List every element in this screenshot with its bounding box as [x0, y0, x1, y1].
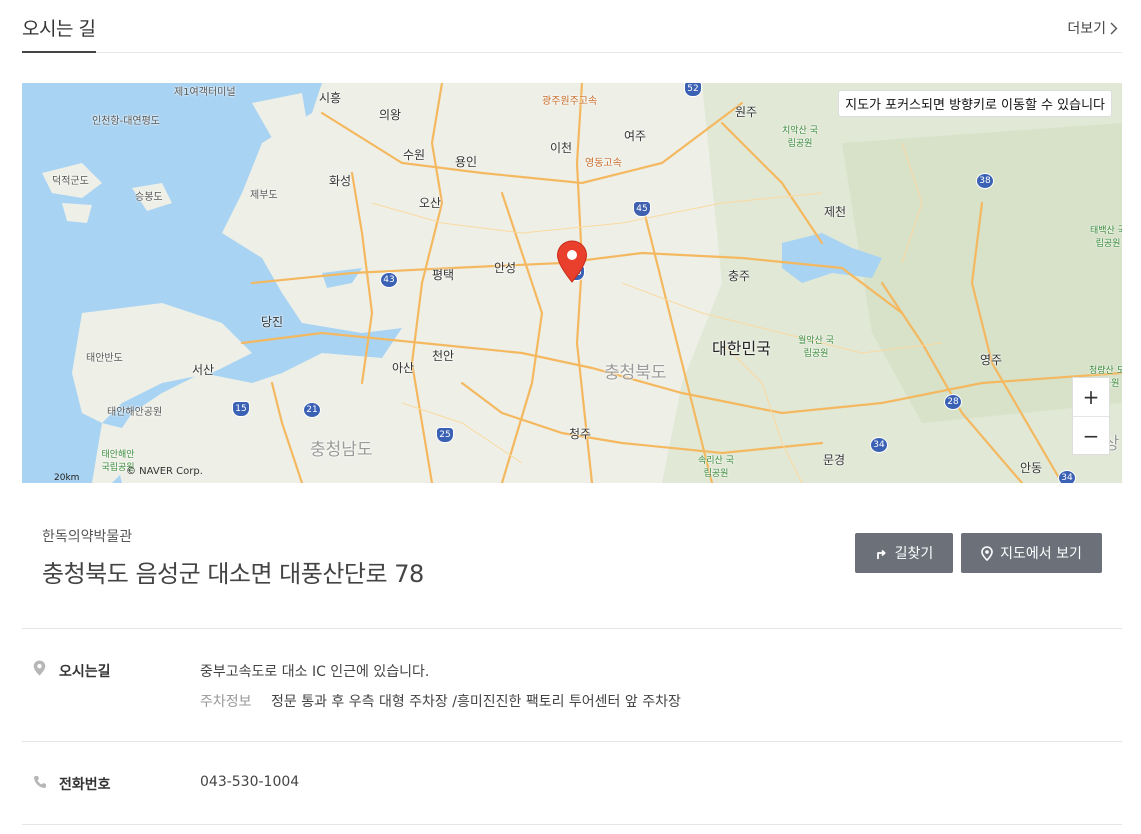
map-label: 제천 [824, 205, 847, 219]
map-copyright[interactable]: © NAVER Corp. [126, 466, 203, 477]
map-label: 서산 [192, 363, 215, 377]
map-label: 화성 [329, 174, 352, 188]
map-label: 청주 [569, 427, 592, 441]
map-label: 광주원주고속 [542, 96, 598, 107]
view-on-map-button-label: 지도에서 보기 [1000, 546, 1082, 562]
map-label: 이천 [550, 141, 573, 155]
more-link-label: 더보기 [1067, 21, 1106, 37]
highway-shield: 15 [232, 401, 250, 417]
map-view[interactable]: 제1여객터미널 인천항-대연평도 시흥 의왕 광주원주고속 원주 여주 수원 용… [22, 83, 1122, 483]
zoom-in-button[interactable]: + [1073, 378, 1109, 416]
phone-number[interactable]: 043-530-1004 [200, 774, 299, 790]
location-marker-icon [33, 660, 46, 676]
route-arrow-icon [876, 549, 886, 559]
route-button[interactable]: 길찾기 [855, 533, 953, 573]
chevron-right-icon [1110, 22, 1118, 34]
parking-text: 정문 통과 후 우측 대형 주차장 /흥미진진한 팩토리 투어센터 앞 주차장 [271, 694, 681, 710]
route-button-label: 길찾기 [894, 546, 934, 562]
section-title: 오시는 길 [22, 18, 96, 40]
map-label: 태안반도 [86, 353, 123, 364]
highway-shield: 38 [976, 173, 994, 189]
map-park-label: 월악산 국립공원 [798, 336, 834, 359]
map-label: 오산 [419, 196, 442, 210]
map-park-label: 태백산 국립공원 [1090, 226, 1122, 249]
title-underline [22, 51, 96, 53]
map-label: 시흥 [319, 91, 342, 105]
section-header: 오시는 길 더보기 [22, 0, 1122, 53]
highway-shield: 28 [944, 394, 962, 410]
more-link[interactable]: 더보기 [1067, 18, 1118, 38]
map-label: 수원 [403, 148, 426, 162]
map-label: 충청북도 [604, 363, 667, 383]
map-label: 충주 [728, 269, 751, 283]
phone-row: 전화번호 043-530-1004 [22, 742, 1122, 825]
map-label: 문경 [823, 453, 846, 467]
museum-name: 한독의약박물관 [42, 529, 133, 545]
map-label: 제부도 [250, 190, 278, 201]
highway-shield: 21 [303, 402, 321, 418]
phone-label: 전화번호 [59, 777, 111, 793]
map-marker-icon [981, 545, 993, 561]
directions-text: 중부고속도로 대소 IC 인근에 있습니다. [200, 664, 430, 680]
zoom-control: + − [1072, 377, 1110, 455]
map-park-label: 치악산 국립공원 [782, 126, 818, 149]
map-label: 용인 [455, 155, 478, 169]
map-label: 영주 [980, 353, 1003, 367]
map-label: 제1여객터미널 [174, 87, 236, 98]
map-label: 여주 [624, 129, 647, 143]
view-on-map-button[interactable]: 지도에서 보기 [961, 533, 1102, 573]
map-label: 덕적군도 [52, 176, 89, 187]
map-label: 평택 [432, 268, 455, 282]
map-label: 원주 [735, 105, 758, 119]
highway-shield: 52 [684, 83, 702, 97]
map-label: 안동 [1020, 461, 1043, 475]
map-park-label: 속리산 국립공원 [698, 456, 734, 479]
map-label: 의왕 [379, 108, 402, 122]
map-label: 당진 [261, 315, 284, 329]
map-label: 인천항-대연평도 [92, 116, 161, 127]
map-label: 아산 [392, 361, 415, 375]
highway-shield: 45 [633, 201, 651, 217]
zoom-out-button[interactable]: − [1073, 416, 1109, 454]
parking-label: 주차정보 [200, 694, 252, 710]
map-label: 충청남도 [310, 440, 373, 460]
highway-shield: 43 [380, 272, 398, 288]
location-pin-icon[interactable] [556, 240, 588, 284]
map-label: 태안해안공원 [107, 407, 163, 418]
location-info: 한독의약박물관 충청북도 음성군 대소면 대풍산단로 78 길찾기 지도에서 보… [22, 483, 1122, 629]
map-keyboard-notice: 지도가 포커스되면 방향키로 이동할 수 있습니다 [838, 90, 1112, 117]
directions-row: 오시는길 중부고속도로 대소 IC 인근에 있습니다. 주차정보 정문 통과 후… [22, 629, 1122, 742]
map-label: 천안 [432, 349, 455, 363]
directions-label: 오시는길 [59, 664, 111, 680]
highway-shield: 25 [436, 427, 454, 443]
map-scale-label: 20km [54, 473, 80, 483]
highway-shield: 34 [1058, 470, 1076, 483]
phone-icon [34, 776, 46, 788]
map-label: 영동고속 [585, 158, 622, 169]
highway-shield: 34 [870, 437, 888, 453]
address: 충청북도 음성군 대소면 대풍산단로 78 [42, 560, 424, 588]
map-label: 승봉도 [135, 192, 163, 203]
map-label: 대한민국 [712, 339, 771, 358]
map-label: 안성 [494, 261, 517, 275]
